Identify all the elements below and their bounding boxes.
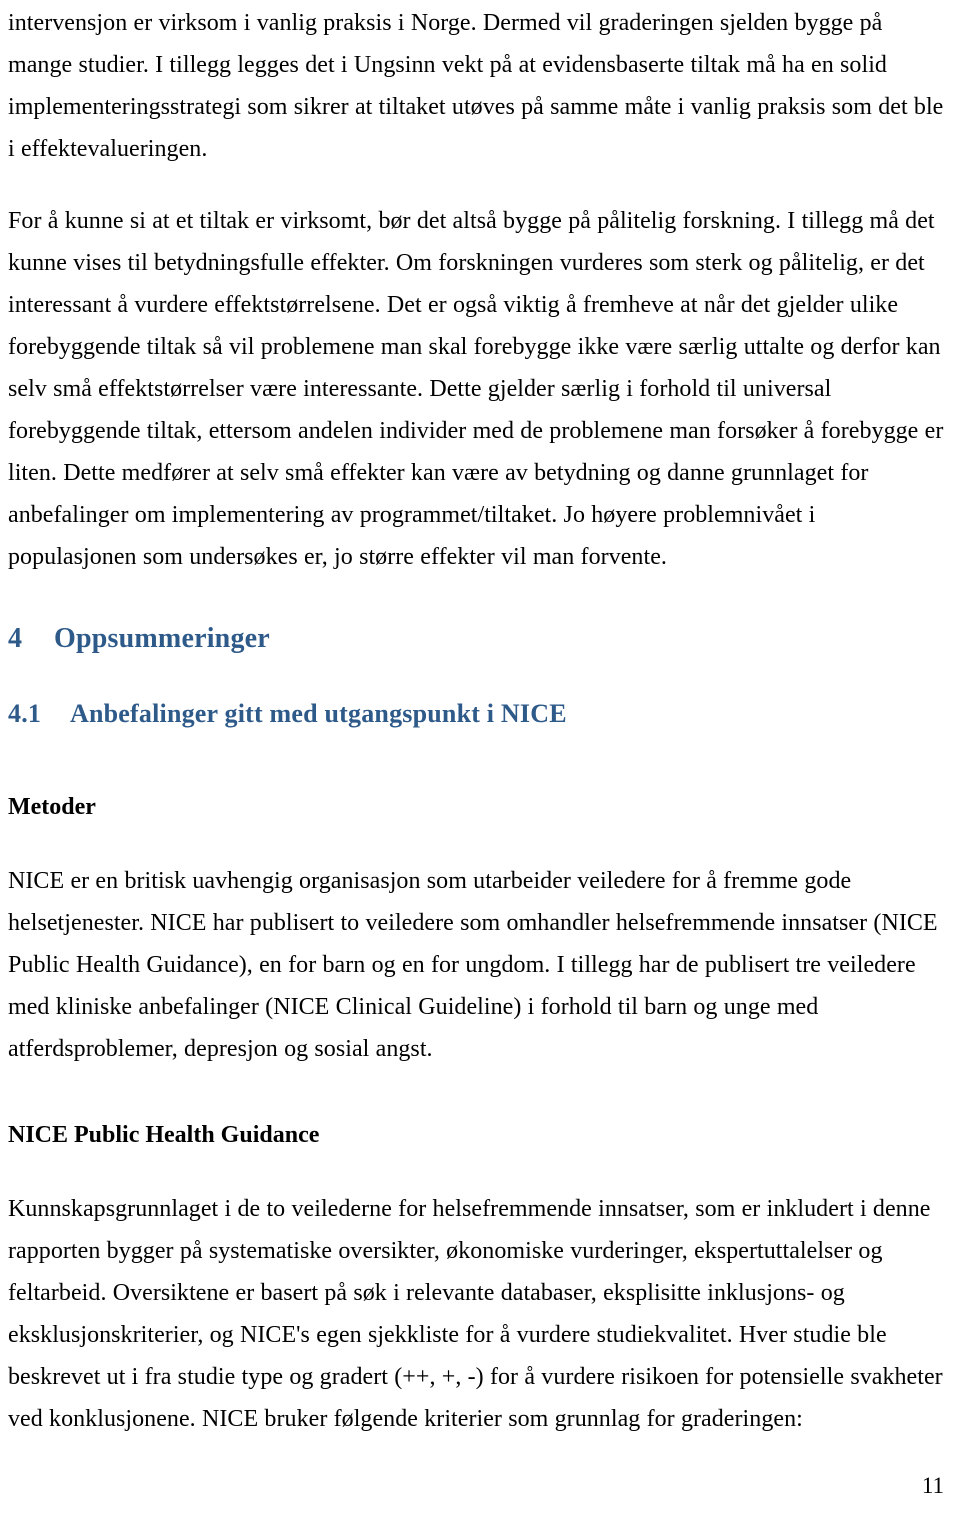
heading-spacer-after-section xyxy=(8,732,946,790)
chapter-heading: 4 Oppsummeringer xyxy=(8,620,946,658)
heading-spacer-after-chapter xyxy=(8,658,946,696)
section-heading-number: 4.1 xyxy=(8,699,42,728)
subheading-spacer-guidance xyxy=(8,1152,946,1188)
paragraph-knowledge-base: Kunnskapsgrunnlaget i de to veilederne f… xyxy=(8,1196,943,1432)
heading-spacer-before-chapter xyxy=(8,578,946,620)
section-heading-title: Anbefalinger gitt med utgangspunkt i NIC… xyxy=(70,699,567,728)
document-page: intervensjon er virksom i vanlig praksis… xyxy=(0,0,960,1514)
paragraph-continuation-evidence: intervensjon er virksom i vanlig praksis… xyxy=(8,10,944,162)
section-heading: 4.1 Anbefalinger gitt med utgangspunkt i … xyxy=(8,696,946,732)
page-number: 11 xyxy=(921,1473,944,1498)
subheading-metoder: Metoder xyxy=(8,794,96,820)
document-body: intervensjon er virksom i vanlig praksis… xyxy=(8,0,946,1440)
subheading-nice-public-health-guidance: NICE Public Health Guidance xyxy=(8,1122,320,1148)
paragraph-effect-sizes: For å kunne si at et tiltak er virksomt,… xyxy=(8,208,944,570)
chapter-heading-number: 4 xyxy=(8,623,23,654)
chapter-heading-title: Oppsummeringer xyxy=(54,623,270,654)
paragraph-nice-description: NICE er en britisk uavhengig organisasjo… xyxy=(8,868,938,1062)
subheading-spacer-before-guidance xyxy=(8,1070,946,1118)
subheading-spacer-metoder xyxy=(8,824,946,860)
